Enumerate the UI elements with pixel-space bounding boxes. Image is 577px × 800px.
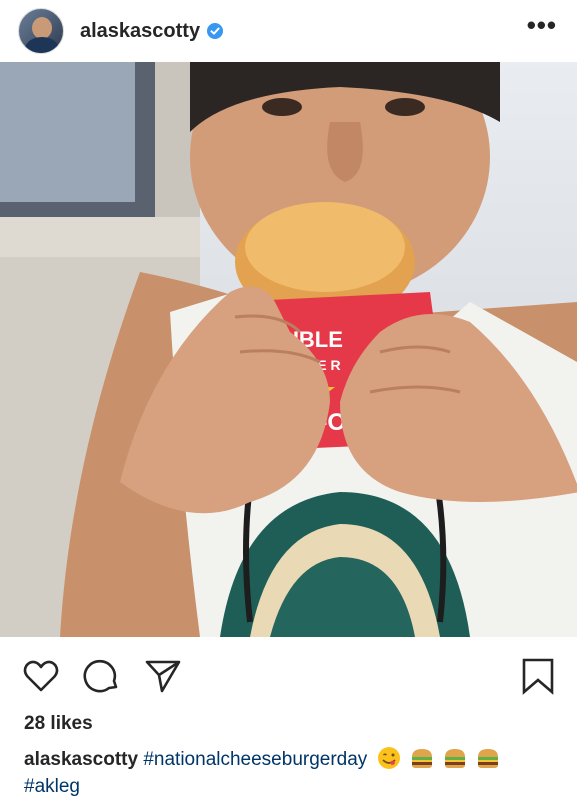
caption-username[interactable]: alaskascotty [24, 749, 138, 770]
hamburger-emoji-icon [445, 749, 466, 768]
more-options-icon[interactable]: ••• [527, 12, 557, 38]
heart-icon[interactable] [22, 657, 60, 695]
comment-icon[interactable] [83, 657, 121, 695]
post-username[interactable]: alaskascotty [80, 20, 200, 43]
verified-badge-icon [207, 23, 224, 39]
bookmark-icon[interactable] [519, 657, 557, 695]
avatar[interactable] [18, 8, 64, 54]
post-header: alaskascotty ••• [0, 0, 577, 62]
hashtag-link[interactable]: #akleg [24, 776, 80, 797]
post-photo[interactable]: DOUBLE BURGER IN-N-OUT [0, 62, 577, 637]
likes-count[interactable]: 28 likes [24, 713, 93, 735]
face-savoring-food-emoji-icon [377, 747, 400, 769]
post-actions [0, 637, 577, 715]
hamburger-emoji-icon [478, 749, 499, 768]
post-caption: alaskascotty #nationalcheeseburgerday #a… [24, 746, 564, 800]
hamburger-emoji-icon [411, 749, 432, 768]
photo-illustration: DOUBLE BURGER IN-N-OUT [0, 62, 577, 637]
hashtag-link[interactable]: #nationalcheeseburgerday [143, 749, 367, 770]
share-icon[interactable] [144, 657, 182, 695]
